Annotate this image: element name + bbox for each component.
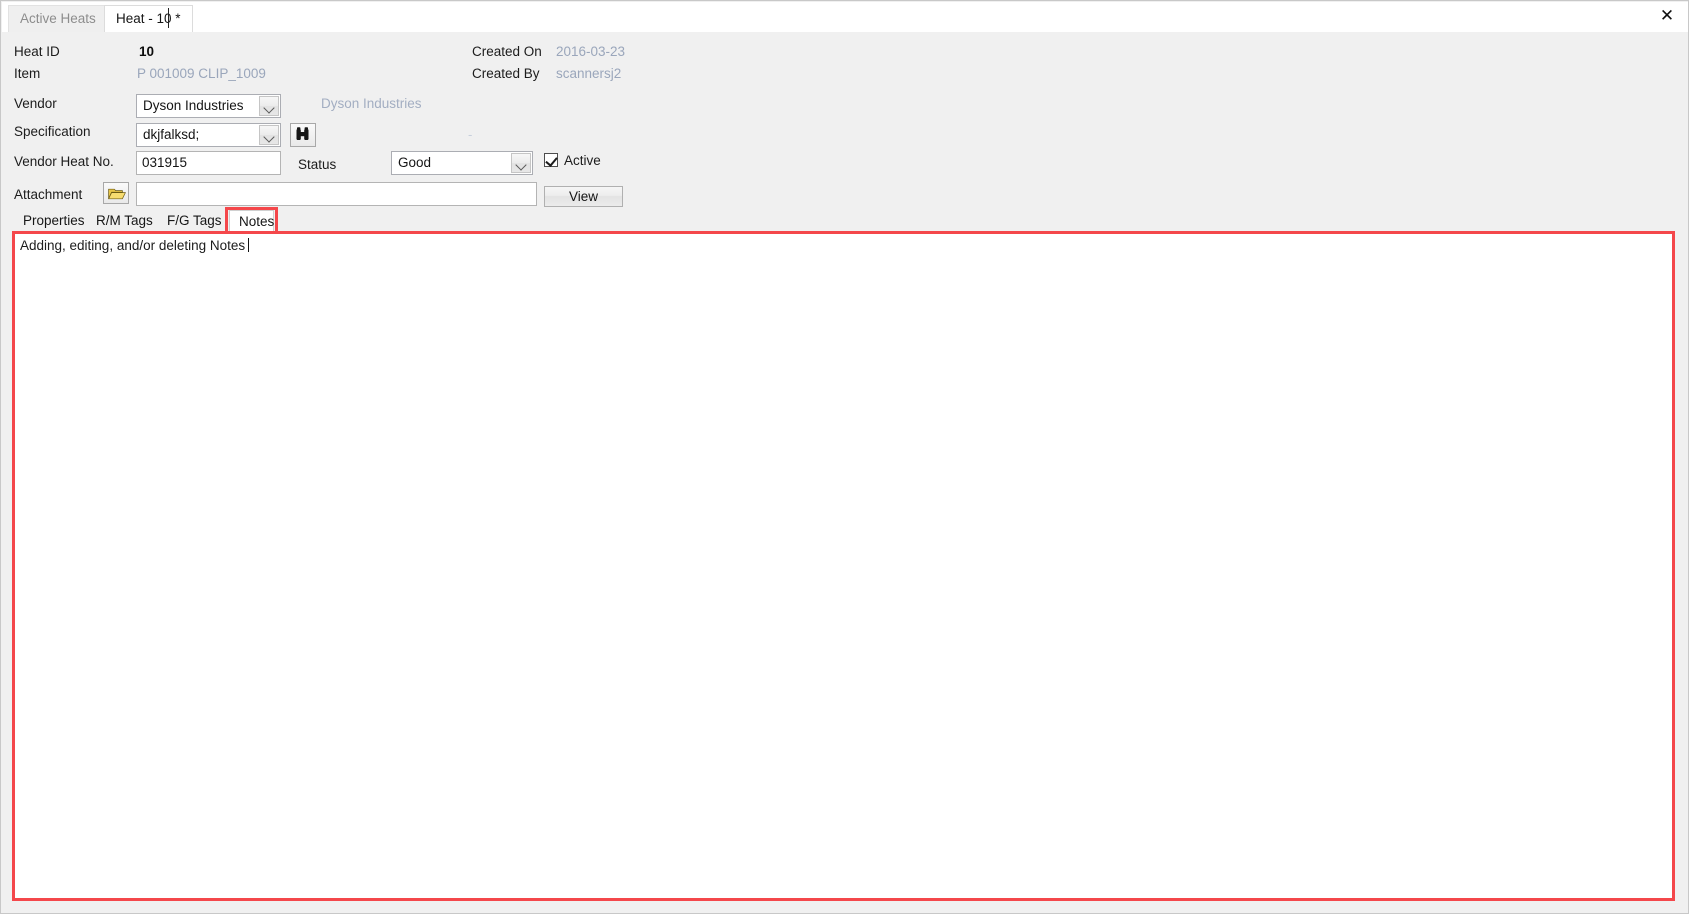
specification-combobox[interactable]: dkjfalksd; xyxy=(136,123,281,147)
vendor-combobox-value: Dyson Industries xyxy=(143,98,244,113)
tab-properties-label: Properties xyxy=(23,213,85,228)
specification-label: Specification xyxy=(14,124,91,139)
created-on-label: Created On xyxy=(472,44,542,59)
tab-rm-tags-label: R/M Tags xyxy=(96,213,153,228)
text-cursor xyxy=(248,238,250,252)
created-on-value: 2016-03-23 xyxy=(556,44,626,59)
tab-heat-10-label: Heat - 10 * xyxy=(116,11,181,26)
specification-display-text: - xyxy=(468,127,473,142)
tab-active-heats[interactable]: Active Heats xyxy=(8,5,108,32)
tab-properties[interactable]: Properties xyxy=(14,210,94,233)
tab-fg-tags[interactable]: F/G Tags xyxy=(158,210,231,233)
tab-notes-label: Notes xyxy=(239,214,275,229)
vendor-label: Vendor xyxy=(14,96,57,111)
detail-tabstrip: Properties R/M Tags F/G Tags Notes xyxy=(2,208,1688,233)
item-label: Item xyxy=(14,66,41,81)
tab-rm-tags[interactable]: R/M Tags xyxy=(87,210,162,233)
active-label: Active xyxy=(564,153,601,168)
vendor-heat-no-label: Vendor Heat No. xyxy=(14,154,114,169)
status-combobox[interactable]: Good xyxy=(391,151,533,175)
tab-heat-10[interactable]: Heat - 10 * xyxy=(104,5,193,32)
vendor-heat-no-input[interactable]: 031915 xyxy=(136,151,281,175)
document-tabstrip: Active Heats Heat - 10 * ✕ xyxy=(2,2,1688,33)
binoculars-icon xyxy=(296,127,309,140)
heat-detail-window: Active Heats Heat - 10 * ✕ Heat ID 10 It… xyxy=(0,0,1689,914)
item-value: P 001009 CLIP_1009 xyxy=(137,66,266,81)
active-checkbox[interactable] xyxy=(544,153,558,167)
notes-textarea[interactable]: Adding, editing, and/or deleting Notes xyxy=(14,233,1674,899)
attachment-path-input[interactable] xyxy=(136,182,537,206)
notes-text-value: Adding, editing, and/or deleting Notes xyxy=(20,238,246,253)
created-by-value: scannersj2 xyxy=(556,66,622,81)
open-folder-icon xyxy=(108,188,126,200)
chevron-down-icon[interactable] xyxy=(259,125,279,145)
tab-caret xyxy=(168,8,169,28)
tab-active-heats-label: Active Heats xyxy=(20,11,96,26)
vendor-combobox[interactable]: Dyson Industries xyxy=(136,94,281,118)
tab-notes[interactable]: Notes xyxy=(229,210,274,233)
created-by-label: Created By xyxy=(472,66,540,81)
attachment-browse-button[interactable] xyxy=(103,182,129,204)
heat-id-label: Heat ID xyxy=(14,44,60,59)
view-button[interactable]: View xyxy=(544,186,623,207)
vendor-heat-no-value: 031915 xyxy=(142,155,188,170)
specification-combobox-value: dkjfalksd; xyxy=(143,127,200,142)
chevron-down-icon[interactable] xyxy=(259,96,279,116)
notes-text-content: Adding, editing, and/or deleting Notes xyxy=(20,238,250,253)
close-icon[interactable]: ✕ xyxy=(1656,5,1678,27)
heat-id-value: 10 xyxy=(139,44,155,59)
tab-fg-tags-label: F/G Tags xyxy=(167,213,222,228)
view-button-label: View xyxy=(568,189,599,204)
vendor-display-text: Dyson Industries xyxy=(321,96,422,111)
specification-search-button[interactable] xyxy=(290,123,316,147)
chevron-down-icon[interactable] xyxy=(511,153,531,173)
heat-header-form: Heat ID 10 Item P 001009 CLIP_1009 Creat… xyxy=(2,32,1688,208)
status-label: Status xyxy=(298,157,337,172)
status-combobox-value: Good xyxy=(398,155,432,170)
attachment-label: Attachment xyxy=(14,187,83,202)
